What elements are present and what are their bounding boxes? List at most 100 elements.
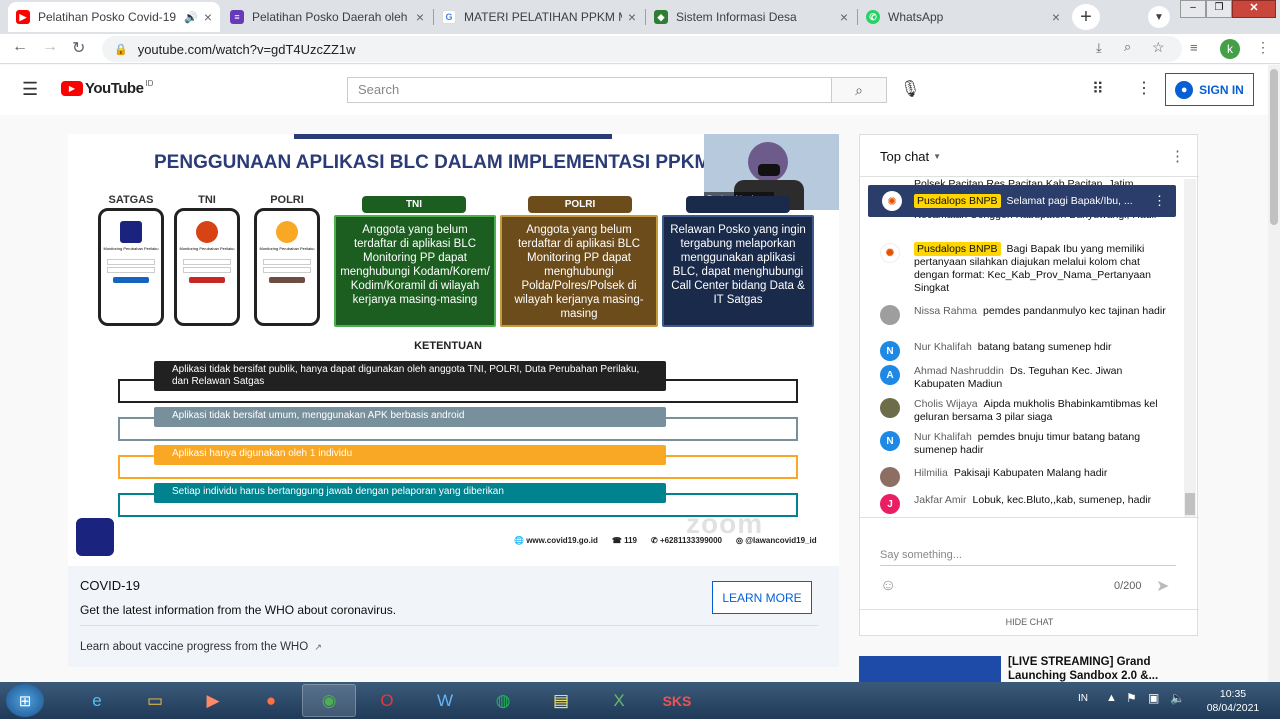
clock[interactable]: 10:35 08/04/2021 <box>1200 687 1266 715</box>
search-button[interactable]: ⌕ <box>831 77 887 103</box>
browser-menu-icon[interactable]: ⋮ <box>1256 39 1270 56</box>
windows-taskbar: ⊞ e ▭ ▶ ● ◉ O W ◍ ▤ X SKS IN ▲ ⚑ ▣ 🔈 10:… <box>0 682 1280 719</box>
youtube-icon: ▶ <box>16 10 30 24</box>
chrome-icon[interactable]: ◉ <box>302 684 356 717</box>
reading-list-icon[interactable]: ≡ <box>1190 40 1198 55</box>
web-icon: 🌐 www.covid19.go.id <box>514 536 598 545</box>
word-icon[interactable]: W <box>418 684 472 717</box>
bnpb-avatar-icon: ✺ <box>882 191 902 211</box>
pinned-message[interactable]: ✺ Pusdalops BNPB Selamat pagi Bapak/Ibu,… <box>868 185 1176 217</box>
close-tab-icon[interactable]: × <box>840 9 848 25</box>
youtube-logo[interactable]: ▶ YouTube ID <box>61 79 153 97</box>
search-input[interactable]: Search <box>347 77 832 103</box>
chat-message: Nissa Rahma pemdes pandanmulyo kec tajina… <box>880 305 1176 325</box>
divider <box>860 176 1199 177</box>
tab-search-icon[interactable]: ▼ <box>1148 6 1170 28</box>
volume-icon[interactable]: 🔈 <box>1170 691 1185 705</box>
lock-icon: 🔒 <box>114 43 128 56</box>
top-chat-dropdown[interactable]: Top chat ▼ <box>880 149 941 164</box>
profile-avatar[interactable]: k <box>1220 39 1240 59</box>
spotify-icon[interactable]: ◍ <box>476 684 530 717</box>
sign-in-button[interactable]: ● SIGN IN <box>1165 73 1254 106</box>
close-tab-icon[interactable]: × <box>204 9 212 25</box>
bookmark-star-icon[interactable]: ☆ <box>1152 39 1165 56</box>
vaccine-link[interactable]: Learn about vaccine progress from the WH… <box>80 641 322 653</box>
tray-expand-icon[interactable]: ▲ <box>1106 692 1117 704</box>
suggestion-thumbnail[interactable] <box>859 656 1001 682</box>
forward-icon[interactable]: → <box>42 38 58 56</box>
settings-menu-icon[interactable]: ⋮ <box>1136 78 1152 98</box>
media-player-icon[interactable]: ▶ <box>186 684 240 717</box>
bnpb-avatar-icon: ✺ <box>880 243 900 263</box>
hamburger-menu-icon[interactable]: ☰ <box>22 79 38 100</box>
user-avatar: N <box>880 431 900 451</box>
rule-4: Setiap individu harus bertanggung jawab … <box>154 483 666 503</box>
learn-more-button[interactable]: LEARN MORE <box>712 581 812 614</box>
chat-message: N Nur Khalifah batang batang sumenep hdir <box>880 341 1176 361</box>
notes-icon[interactable]: ▤ <box>534 684 588 717</box>
box-polri: Anggota yang belum terdaftar di aplikasi… <box>500 215 658 327</box>
youtube-header: ☰ ▶ YouTube ID Search ⌕ 🎙 ⠿ ⋮ ● SIGN IN <box>0 65 1280 115</box>
tab-whatsapp[interactable]: ✆ WhatsApp × <box>858 2 1068 32</box>
rule-3: Aplikasi hanya digunakan oleh 1 individu <box>154 445 666 465</box>
opera-icon[interactable]: O <box>360 684 414 717</box>
maximize-icon[interactable]: ❐ <box>1206 0 1232 18</box>
excel-icon[interactable]: X <box>592 684 646 717</box>
start-button[interactable]: ⊞ <box>6 684 44 717</box>
external-link-icon: ↗ <box>314 642 322 652</box>
chat-scrollbar[interactable] <box>1184 179 1196 517</box>
language-indicator[interactable]: IN <box>1078 693 1088 704</box>
zoom-icon[interactable]: ⌕ <box>1124 39 1131 55</box>
phone-label-polri: POLRI <box>270 194 304 206</box>
tab-materi-pelatihan[interactable]: G MATERI PELATIHAN PPKM MI × <box>434 2 644 32</box>
network-icon[interactable]: ▣ <box>1148 691 1159 705</box>
file-explorer-icon[interactable]: ▭ <box>128 684 182 717</box>
chat-input[interactable]: Say something... <box>880 549 1176 566</box>
send-icon[interactable]: ➤ <box>1156 576 1169 596</box>
pinned-menu-icon[interactable]: ⋮ <box>1153 193 1166 209</box>
suggestion-title[interactable]: [LIVE STREAMING] Grand Launching Sandbox… <box>1008 655 1208 683</box>
zoom-watermark: zoom <box>686 508 764 539</box>
firefox-icon[interactable]: ● <box>244 684 298 717</box>
search-icon: ⌕ <box>855 81 863 98</box>
char-counter: 0/200 <box>1114 580 1142 592</box>
install-icon[interactable]: ⤓ <box>1096 40 1102 56</box>
box-header-relawan <box>686 196 790 213</box>
reload-icon[interactable]: ↻ <box>72 38 85 58</box>
sks-app-icon[interactable]: SKS <box>650 684 704 717</box>
window-controls: – ❐ ✕ <box>1180 0 1278 18</box>
close-window-icon[interactable]: ✕ <box>1232 0 1276 18</box>
speaker-mask <box>758 164 780 176</box>
hide-chat-button[interactable]: HIDE CHAT <box>860 617 1199 627</box>
user-avatar: N <box>880 341 900 361</box>
page-scrollbar[interactable] <box>1268 65 1280 682</box>
microphone-icon[interactable]: 🎙 <box>900 79 920 99</box>
chat-message: N Nur Khalifah pemdes bnuju timur batang … <box>880 431 1176 457</box>
address-bar[interactable]: 🔒 youtube.com/watch?v=gdT4UzcZZ1w ⤓ ⌕ ☆ <box>102 36 1182 62</box>
new-tab-button[interactable]: + <box>1072 4 1100 30</box>
tab-pelatihan-posko[interactable]: ▶ Pelatihan Posko Covid-19 🔊 × <box>8 2 220 32</box>
chat-scrollbar-thumb[interactable] <box>1185 493 1195 515</box>
close-tab-icon[interactable]: × <box>416 9 424 25</box>
apps-grid-icon[interactable]: ⠿ <box>1092 79 1104 99</box>
back-icon[interactable]: ← <box>12 38 28 56</box>
user-avatar: J <box>880 494 900 514</box>
close-tab-icon[interactable]: × <box>1052 9 1060 25</box>
chat-message: Cholis Wijaya Aipda mukholis Bhabinkamtib… <box>880 398 1176 424</box>
chat-menu-icon[interactable]: ⋮ <box>1170 147 1185 165</box>
page-scrollbar-thumb[interactable] <box>1270 69 1278 225</box>
tab-pelatihan-daerah[interactable]: ≡ Pelatihan Posko Daerah oleh S × <box>222 2 432 32</box>
chat-message: Hilmilia Pakisaji Kabupaten Malang hadir <box>880 467 1176 487</box>
video-player[interactable]: PENGGUNAAN APLIKASI BLC DALAM IMPLEMENTA… <box>68 134 839 566</box>
internet-explorer-icon[interactable]: e <box>70 684 124 717</box>
tni-logo-icon <box>196 221 218 243</box>
emoji-icon[interactable]: ☺ <box>880 577 896 595</box>
action-center-icon[interactable]: ⚑ <box>1126 691 1137 705</box>
tab-sistem-informasi-desa[interactable]: ◆ Sistem Informasi Desa × <box>646 2 856 32</box>
phone-label-satgas: SATGAS <box>108 194 154 206</box>
divider <box>80 625 818 626</box>
chat-message: ✺ Pusdalops BNPB Bagi Bapak Ibu yang memi… <box>880 242 1176 295</box>
minimize-icon[interactable]: – <box>1180 0 1206 18</box>
close-tab-icon[interactable]: × <box>628 9 636 25</box>
speaker-icon[interactable]: 🔊 <box>184 11 198 24</box>
